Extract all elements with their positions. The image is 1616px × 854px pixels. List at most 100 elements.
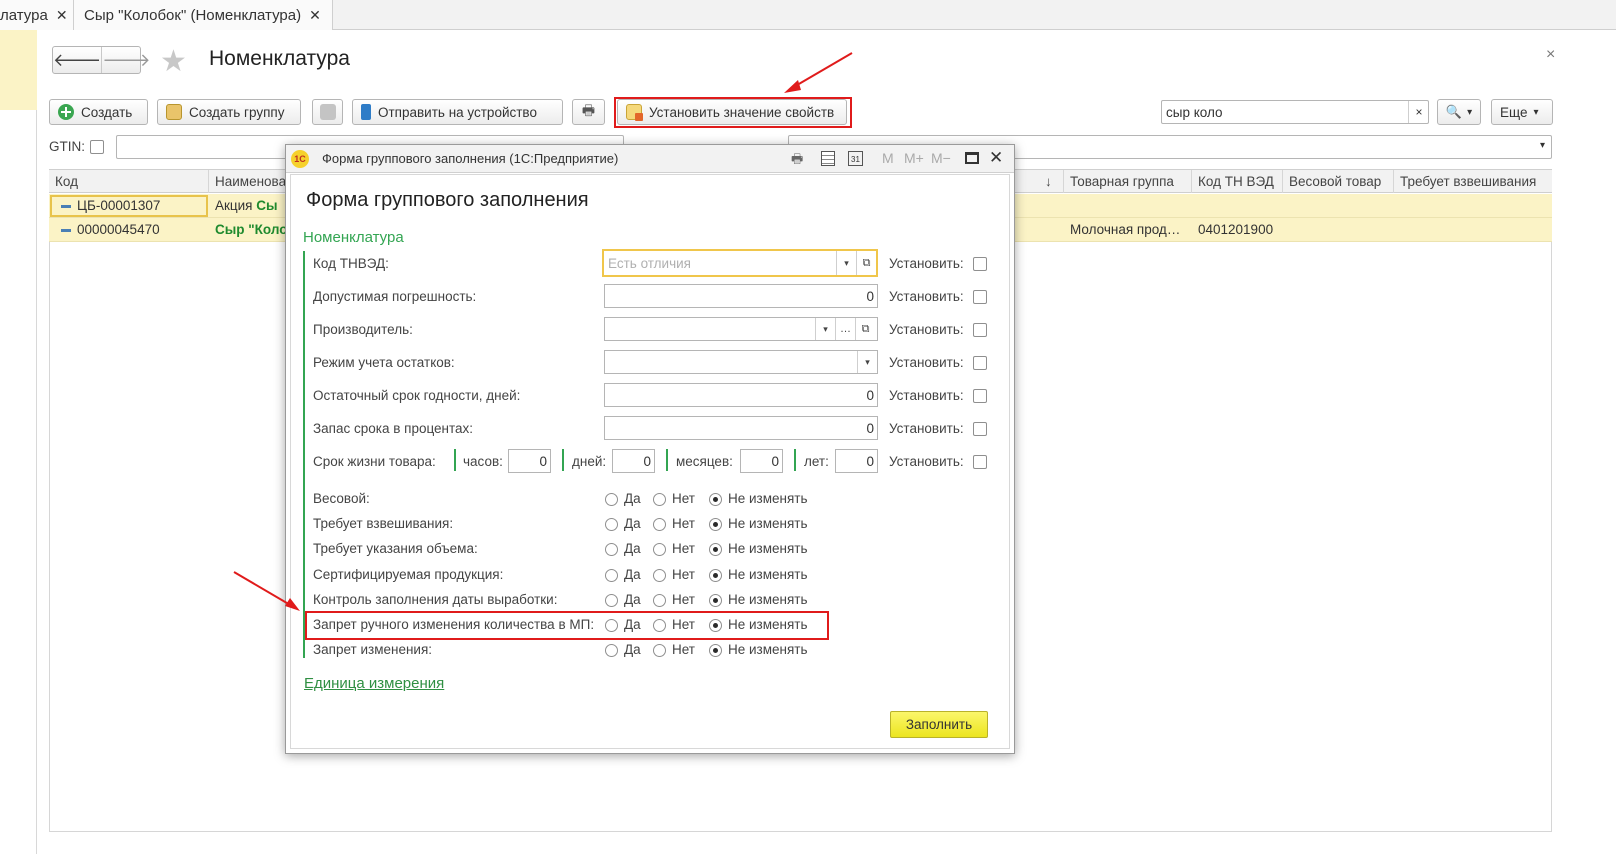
search-field[interactable]: сыр коло × bbox=[1161, 100, 1429, 124]
memory-icon[interactable]: M bbox=[882, 150, 894, 166]
maximize-icon[interactable] bbox=[965, 152, 979, 164]
chevron-down-icon[interactable]: ▾ bbox=[836, 251, 856, 275]
radio-no-change[interactable] bbox=[709, 518, 722, 531]
cell-name: Сыр "Коло bbox=[215, 222, 288, 237]
highlight-box-toolbar bbox=[614, 97, 852, 128]
radio-no[interactable] bbox=[653, 493, 666, 506]
field-label-manufacturer: Производитель: bbox=[313, 322, 413, 337]
reserve-input[interactable]: 0 bbox=[604, 416, 878, 440]
radio-option-label: Да bbox=[624, 491, 641, 506]
set-checkbox-shelf-life[interactable] bbox=[973, 389, 987, 403]
gtin-checkbox[interactable] bbox=[90, 140, 104, 154]
column-requires-weighing[interactable]: Требует взвешивания bbox=[1394, 170, 1552, 193]
set-label: Установить: bbox=[889, 388, 964, 403]
months-input[interactable]: 0 bbox=[740, 449, 783, 473]
search-icon: 🔍 bbox=[1445, 104, 1463, 119]
days-input[interactable]: 0 bbox=[612, 449, 655, 473]
radio-option-label: Да bbox=[624, 592, 641, 607]
tab-nomenclature[interactable]: латура ✕ bbox=[0, 0, 74, 30]
memory-minus-icon[interactable]: M− bbox=[931, 150, 951, 166]
radio-yes[interactable] bbox=[605, 493, 618, 506]
radio-yes[interactable] bbox=[605, 644, 618, 657]
dialog-window-title: Форма группового заполнения (1С:Предприя… bbox=[322, 151, 619, 166]
radio-yes[interactable] bbox=[605, 543, 618, 556]
calculator-icon[interactable] bbox=[821, 151, 835, 166]
print-icon[interactable]: 🖶 bbox=[791, 150, 803, 172]
set-checkbox-stock-mode[interactable] bbox=[973, 356, 987, 370]
stock-mode-select[interactable]: ▾ bbox=[604, 350, 878, 374]
radio-option-label: Да bbox=[624, 567, 641, 582]
close-icon[interactable]: ✕ bbox=[56, 7, 68, 24]
hours-input[interactable]: 0 bbox=[508, 449, 551, 473]
forward-arrow-icon[interactable]: 🡒 bbox=[101, 47, 151, 73]
more-button[interactable]: Еще ▾ bbox=[1491, 99, 1553, 125]
radio-no-change[interactable] bbox=[709, 543, 722, 556]
radio-yes[interactable] bbox=[605, 569, 618, 582]
set-checkbox-manufacturer[interactable] bbox=[973, 323, 987, 337]
radio-option-label: Не изменять bbox=[728, 567, 808, 582]
row-icon bbox=[55, 218, 71, 241]
radio-no[interactable] bbox=[653, 644, 666, 657]
radio-no[interactable] bbox=[653, 518, 666, 531]
radio-no[interactable] bbox=[653, 594, 666, 607]
create-button[interactable]: Создать bbox=[49, 99, 148, 125]
set-label: Установить: bbox=[889, 322, 964, 337]
create-group-button[interactable]: Создать группу bbox=[157, 99, 301, 125]
mobile-device-icon bbox=[361, 104, 371, 120]
set-checkbox-tnved[interactable] bbox=[973, 257, 987, 271]
chevron-down-icon[interactable]: ▾ bbox=[815, 318, 835, 340]
calendar-icon[interactable]: 31 bbox=[848, 151, 863, 166]
set-checkbox-reserve[interactable] bbox=[973, 422, 987, 436]
send-device-label: Отправить на устройство bbox=[378, 104, 537, 120]
radio-no-change[interactable] bbox=[709, 644, 722, 657]
set-checkbox-lifetime[interactable] bbox=[973, 455, 987, 469]
annotation-arrow-icon bbox=[784, 52, 853, 93]
ellipsis-icon[interactable]: … bbox=[835, 318, 855, 340]
copy-button[interactable] bbox=[312, 99, 343, 125]
fill-button[interactable]: Заполнить bbox=[890, 711, 988, 738]
print-button[interactable]: 🖶 bbox=[572, 99, 605, 125]
open-icon[interactable]: ⧉ bbox=[856, 251, 876, 275]
column-tnved[interactable]: Код ТН ВЭД bbox=[1192, 170, 1283, 193]
sort-arrow-icon[interactable]: ↓ bbox=[1039, 170, 1064, 193]
send-to-device-button[interactable]: Отправить на устройство bbox=[352, 99, 563, 125]
chevron-down-icon[interactable]: ▾ bbox=[857, 351, 877, 373]
search-button[interactable]: 🔍 ▾ bbox=[1437, 99, 1481, 125]
radio-no-change[interactable] bbox=[709, 594, 722, 607]
radio-row-label: Требует указания объема: bbox=[313, 541, 478, 556]
radio-yes[interactable] bbox=[605, 594, 618, 607]
clear-icon[interactable]: × bbox=[1408, 101, 1429, 123]
column-weighted[interactable]: Весовой товар bbox=[1283, 170, 1394, 193]
tnved-input[interactable]: Есть отличия ▾ ⧉ bbox=[602, 249, 878, 277]
dialog-heading: Форма группового заполнения bbox=[306, 189, 589, 211]
radio-no-change[interactable] bbox=[709, 493, 722, 506]
radio-no[interactable] bbox=[653, 569, 666, 582]
radio-option-label: Не изменять bbox=[728, 516, 808, 531]
close-icon[interactable]: ✕ bbox=[309, 7, 321, 24]
years-input[interactable]: 0 bbox=[835, 449, 878, 473]
tab-cheese-item[interactable]: Сыр "Колобок" (Номенклатура) ✕ bbox=[74, 0, 333, 30]
back-arrow-icon[interactable]: 🡐 bbox=[53, 47, 101, 73]
radio-yes[interactable] bbox=[605, 518, 618, 531]
annotation-arrow-icon bbox=[233, 571, 300, 611]
column-code[interactable]: Код bbox=[49, 170, 209, 193]
memory-plus-icon[interactable]: M+ bbox=[904, 150, 924, 166]
close-icon[interactable]: ✕ bbox=[989, 148, 1003, 168]
group-fill-dialog: 1С Форма группового заполнения (1С:Предп… bbox=[285, 144, 1015, 754]
unit-link[interactable]: Единица измерения bbox=[304, 675, 444, 692]
open-icon[interactable]: ⧉ bbox=[855, 318, 875, 340]
group-bar bbox=[454, 449, 456, 471]
radio-option-label: Не изменять bbox=[728, 491, 808, 506]
days-label: дней: bbox=[572, 454, 607, 469]
close-icon[interactable]: × bbox=[1546, 46, 1555, 64]
manufacturer-input[interactable]: ▾ … ⧉ bbox=[604, 317, 878, 341]
shelf-life-input[interactable]: 0 bbox=[604, 383, 878, 407]
favorite-star-icon[interactable]: ★ bbox=[160, 44, 187, 79]
tolerance-input[interactable]: 0 bbox=[604, 284, 878, 308]
tab-bar: латура ✕ Сыр "Колобок" (Номенклатура) ✕ bbox=[0, 0, 1616, 30]
radio-no[interactable] bbox=[653, 543, 666, 556]
column-product-group[interactable]: Товарная группа bbox=[1064, 170, 1192, 193]
search-input[interactable]: сыр коло bbox=[1166, 105, 1223, 120]
set-checkbox-tolerance[interactable] bbox=[973, 290, 987, 304]
radio-no-change[interactable] bbox=[709, 569, 722, 582]
